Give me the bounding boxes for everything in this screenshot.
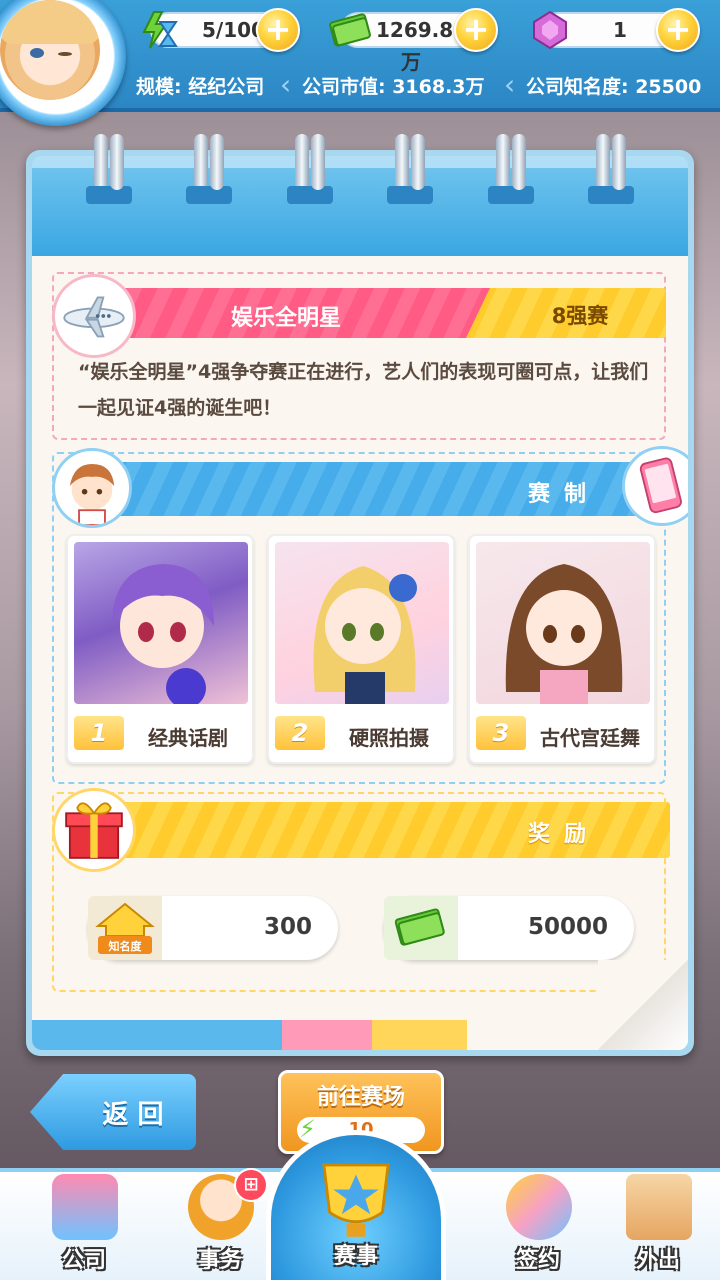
pink-gem-icon bbox=[533, 10, 567, 50]
event-description: “娱乐全明星”4强争夺赛正在进行，艺人们的表现可圈可点，让我们一起见证4强的诞生… bbox=[78, 361, 649, 419]
money-counter: 1269.8万 + bbox=[329, 8, 498, 74]
add-energy-button[interactable]: + bbox=[256, 8, 300, 52]
energy-value: 5/100 bbox=[202, 18, 265, 42]
round-number-badge: 3 bbox=[476, 716, 526, 750]
go-button-label: 前往赛场 bbox=[316, 1085, 405, 1110]
back-button[interactable]: 返 回 bbox=[30, 1074, 196, 1150]
nav-events-label: 赛事 bbox=[333, 1244, 378, 1269]
money-reward-value: 50000 bbox=[527, 914, 608, 940]
host-avatar-icon bbox=[52, 448, 132, 528]
fame-reward-value: 300 bbox=[263, 914, 312, 940]
nav-outing[interactable]: 外出 bbox=[598, 1168, 718, 1280]
nav-affairs-label: 事务 bbox=[197, 1248, 242, 1273]
round-cards: 1 经典话剧 2 硬照拍摄 3 古代宫廷舞 bbox=[66, 534, 656, 764]
pink-phone-icon[interactable] bbox=[622, 446, 688, 526]
energy-counter: 5/100 + bbox=[142, 8, 300, 52]
idol-portrait-blonde-hair bbox=[275, 542, 449, 704]
company-scale: 规模: 经纪公司 bbox=[136, 76, 265, 98]
round-name: 古代宫廷舞 bbox=[540, 726, 640, 750]
chevron-left-icon: ‹ bbox=[504, 68, 516, 101]
nav-company-label: 公司 bbox=[61, 1248, 106, 1273]
energy-hourglass-icon bbox=[142, 11, 178, 49]
event-panel: 娱乐全明星 8强赛 “娱乐全明星”4强争夺赛正在进行，艺人们的表现可圈可点，让我… bbox=[26, 150, 694, 1056]
fame-icon-text: 知名度 bbox=[108, 939, 143, 953]
round-number-badge: 1 bbox=[74, 716, 124, 750]
event-title: 娱乐全明星 bbox=[230, 306, 341, 331]
cash-stack-icon bbox=[329, 13, 371, 47]
company-stats: 规模: 经纪公司 ‹ 公司市值: 3168.3万 ‹ 公司知名度: 25500 bbox=[120, 64, 720, 104]
cash-stack-icon bbox=[384, 896, 458, 960]
chevron-left-icon: ‹ bbox=[280, 68, 292, 101]
contract-hand-icon bbox=[506, 1174, 572, 1240]
gem-counter: 1 + bbox=[533, 8, 700, 52]
round-name: 硬照拍摄 bbox=[349, 726, 429, 750]
nav-company[interactable]: 公司 bbox=[24, 1168, 144, 1280]
company-fame: 公司知名度: 25500 bbox=[526, 76, 702, 98]
back-button-label: 返 回 bbox=[102, 1100, 164, 1130]
event-stage: 8强赛 bbox=[551, 304, 609, 328]
format-label: 赛制 bbox=[527, 482, 600, 507]
nav-sign[interactable]: 签约 bbox=[478, 1168, 598, 1280]
nav-outing-label: 外出 bbox=[635, 1248, 680, 1273]
add-gem-button[interactable]: + bbox=[656, 8, 700, 52]
round-name: 经典话剧 bbox=[148, 726, 228, 750]
reward-banner: 奖励 bbox=[96, 802, 670, 858]
round-number-badge: 2 bbox=[275, 716, 325, 750]
door-icon bbox=[626, 1174, 692, 1240]
add-money-button[interactable]: + bbox=[454, 8, 498, 52]
idol-portrait-brown-hair bbox=[476, 542, 650, 704]
gem-value: 1 bbox=[613, 18, 627, 42]
event-title-banner: 娱乐全明星 8强赛 bbox=[96, 288, 666, 338]
binder-rings bbox=[26, 134, 694, 230]
reward-label: 奖励 bbox=[527, 822, 600, 847]
avatar-portrait bbox=[0, 0, 100, 100]
company-market-value: 公司市值: 3168.3万 bbox=[302, 76, 485, 98]
gift-notification-badge: ⊞ bbox=[234, 1168, 268, 1202]
round-card[interactable]: 3 古代宫廷舞 bbox=[468, 534, 656, 764]
airplane-icon bbox=[52, 274, 136, 358]
fame-reward: 知名度 300 bbox=[88, 896, 338, 960]
fame-house-icon: 知名度 bbox=[88, 896, 162, 960]
round-card[interactable]: 1 经典话剧 bbox=[66, 534, 254, 764]
money-reward: 50000 bbox=[384, 896, 634, 960]
panel-bottom-strip bbox=[32, 1020, 688, 1050]
nav-sign-label: 签约 bbox=[515, 1248, 560, 1273]
gift-box-icon bbox=[52, 788, 136, 872]
format-banner: 赛制 bbox=[96, 462, 670, 516]
idol-portrait-purple-hair bbox=[74, 542, 248, 704]
building-icon bbox=[52, 1174, 118, 1240]
nav-events[interactable]: 赛事 bbox=[266, 1130, 446, 1280]
page-curl bbox=[598, 960, 688, 1050]
round-card[interactable]: 2 硬照拍摄 bbox=[267, 534, 455, 764]
